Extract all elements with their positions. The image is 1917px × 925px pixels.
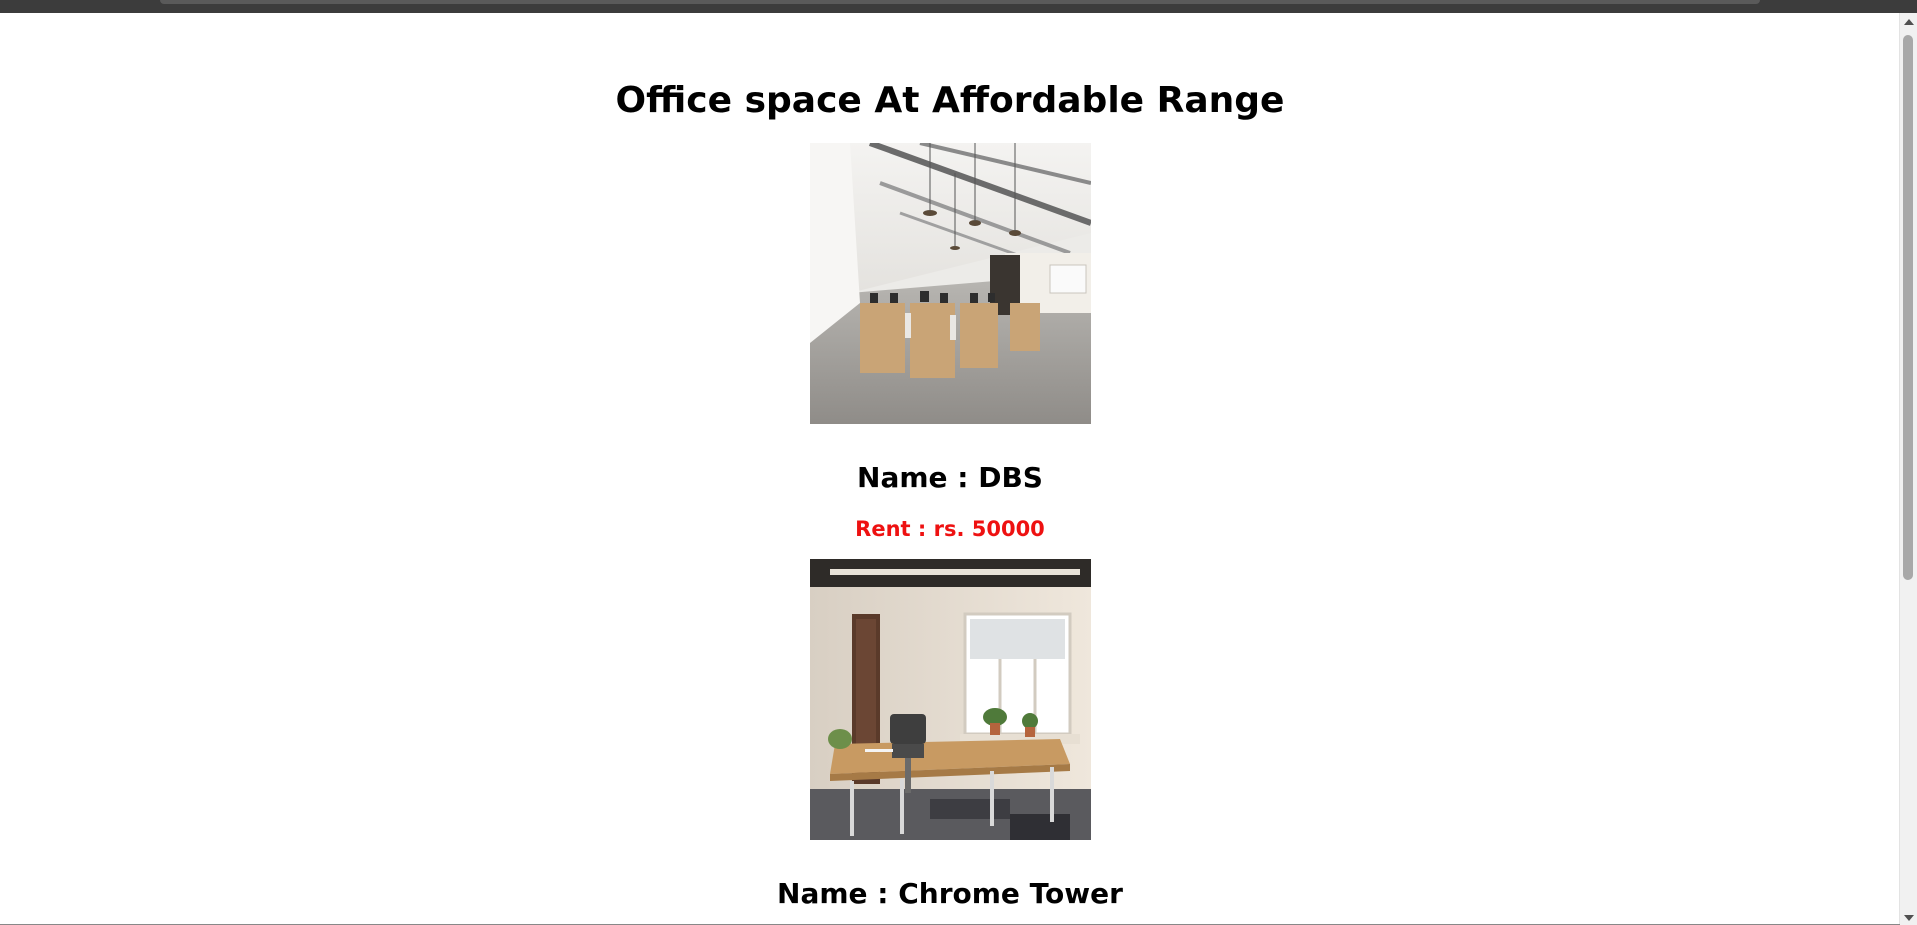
listing-card-chrome-tower: Name : Chrome Tower <box>0 559 1900 918</box>
browser-top-bar-edge <box>160 0 1760 4</box>
office-photo-private <box>809 559 1091 840</box>
listing-name-dbs: Name : DBS <box>857 461 1043 494</box>
page-content: Office space At Affordable Range Name: … <box>0 13 1900 925</box>
listing-image-dbs <box>809 143 1091 424</box>
page-title: Office space At Affordable Range <box>615 80 1285 121</box>
listing-image-chrome-tower <box>809 559 1091 840</box>
listing-rent-dbs: Rent : rs. 50000 <box>855 517 1045 541</box>
scroll-up-arrow-icon[interactable] <box>1904 19 1914 25</box>
browser-top-bar <box>0 0 1917 13</box>
office-photo-open-plan <box>809 143 1091 424</box>
vertical-scrollbar[interactable] <box>1899 13 1917 925</box>
listing-name-chrome-tower: Name : Chrome Tower <box>777 877 1123 910</box>
scroll-down-arrow-icon[interactable] <box>1904 915 1914 921</box>
scrollbar-thumb[interactable] <box>1903 35 1913 580</box>
listing-card-dbs: Name : DBS Rent : rs. 50000 <box>0 143 1900 549</box>
